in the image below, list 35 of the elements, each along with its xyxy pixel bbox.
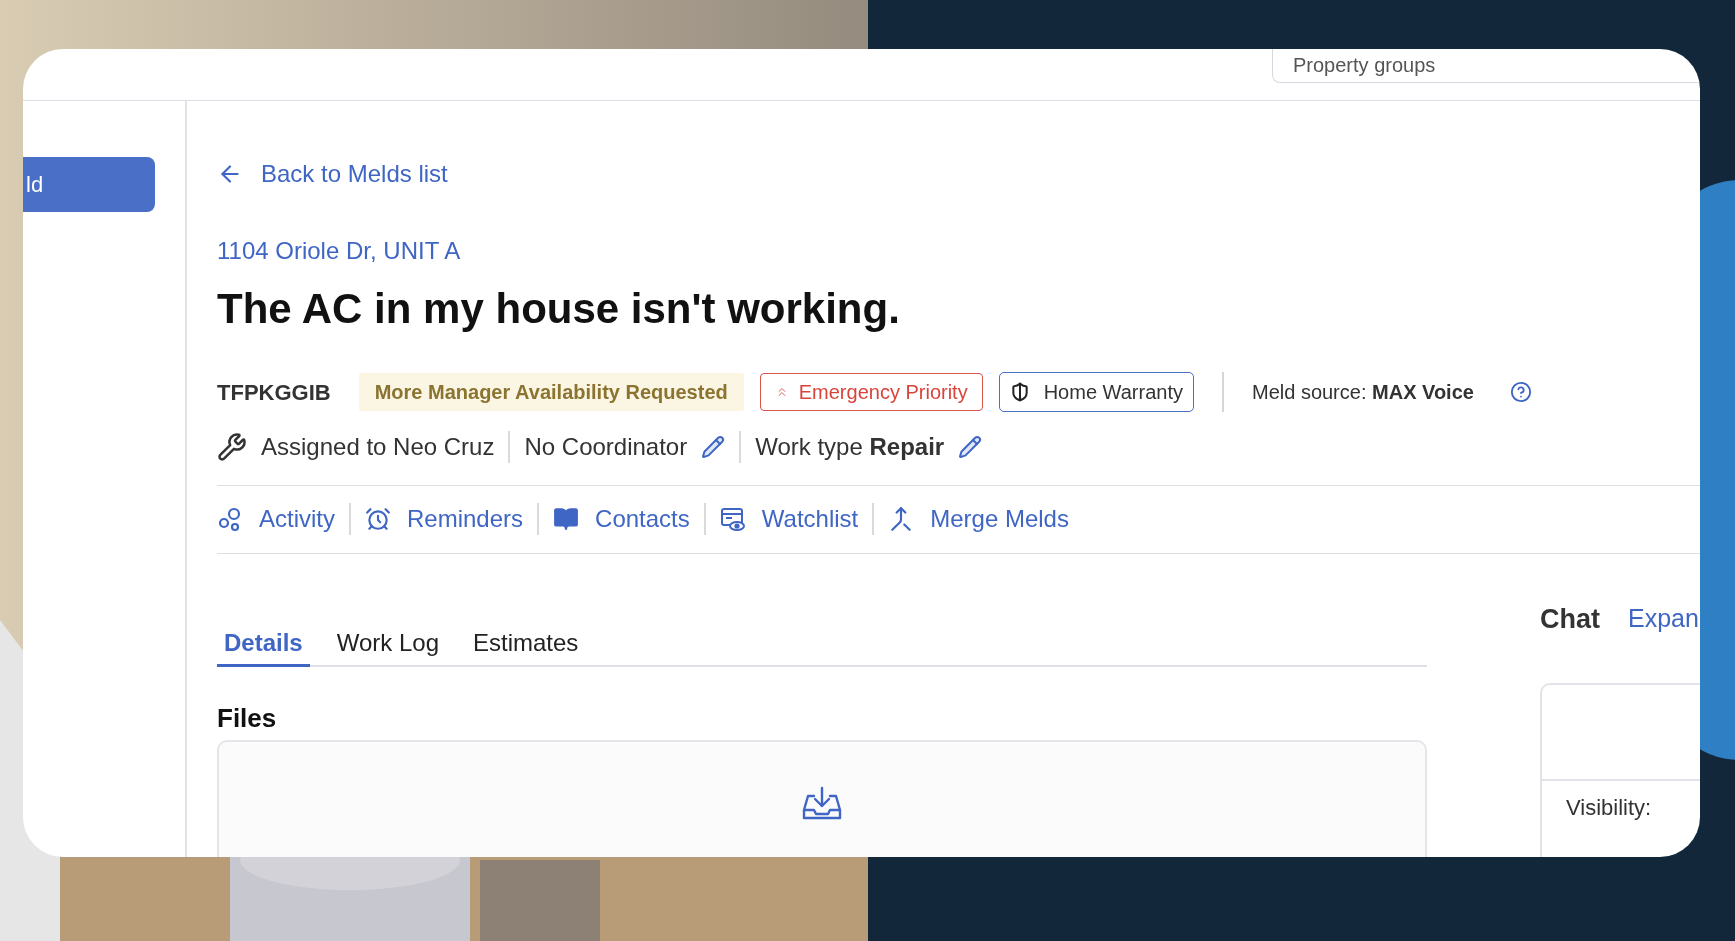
action-link[interactable]: Contacts [553,501,690,537]
address-link[interactable]: 1104 Oriole Dr, UNIT A [217,236,461,266]
page-title: The AC in my house isn't working. [217,283,900,333]
list-eye-icon [719,506,746,532]
property-groups-field[interactable]: Property groups [1272,49,1700,83]
back-link[interactable]: Back to Melds list [217,159,448,189]
action-link[interactable]: Reminders [365,501,524,537]
files-heading: Files [217,701,278,735]
tab[interactable]: Work Log [329,621,446,667]
book-icon [553,506,580,532]
warranty-label: Home Warranty [1043,380,1183,405]
upload-tray-icon [802,786,842,820]
assignment-text: No Coordinator [524,432,688,462]
shield-icon [1009,382,1030,402]
wrench-icon [217,432,247,462]
meld-id: TFPKGGIB [217,378,331,407]
circles-icon [217,506,243,532]
chat-heading: Chat [1540,602,1600,636]
tab[interactable]: Estimates [466,621,586,667]
expand-link[interactable]: Expan [1628,600,1699,638]
priority-label: Emergency Priority [798,380,968,405]
meld-source: Meld source: MAX Voice [1251,380,1474,405]
status-badge: More Manager Availability Requested [358,373,744,411]
action-link[interactable]: Activity [217,501,335,537]
action-link[interactable]: Merge Melds [888,501,1069,537]
tab[interactable]: Details [217,621,310,667]
alarm-clock-icon [365,506,391,532]
edit-icon[interactable] [958,435,983,459]
assignment-text: Work type Repair [755,432,945,462]
visibility-label: Visibility: [1566,794,1653,822]
action-link[interactable]: Watchlist [719,501,859,537]
sidebar-button[interactable]: ld [23,157,155,212]
help-icon[interactable] [1509,381,1532,403]
edit-icon[interactable] [701,435,726,459]
assignment-text: Assigned to Neo Cruz [261,432,495,462]
